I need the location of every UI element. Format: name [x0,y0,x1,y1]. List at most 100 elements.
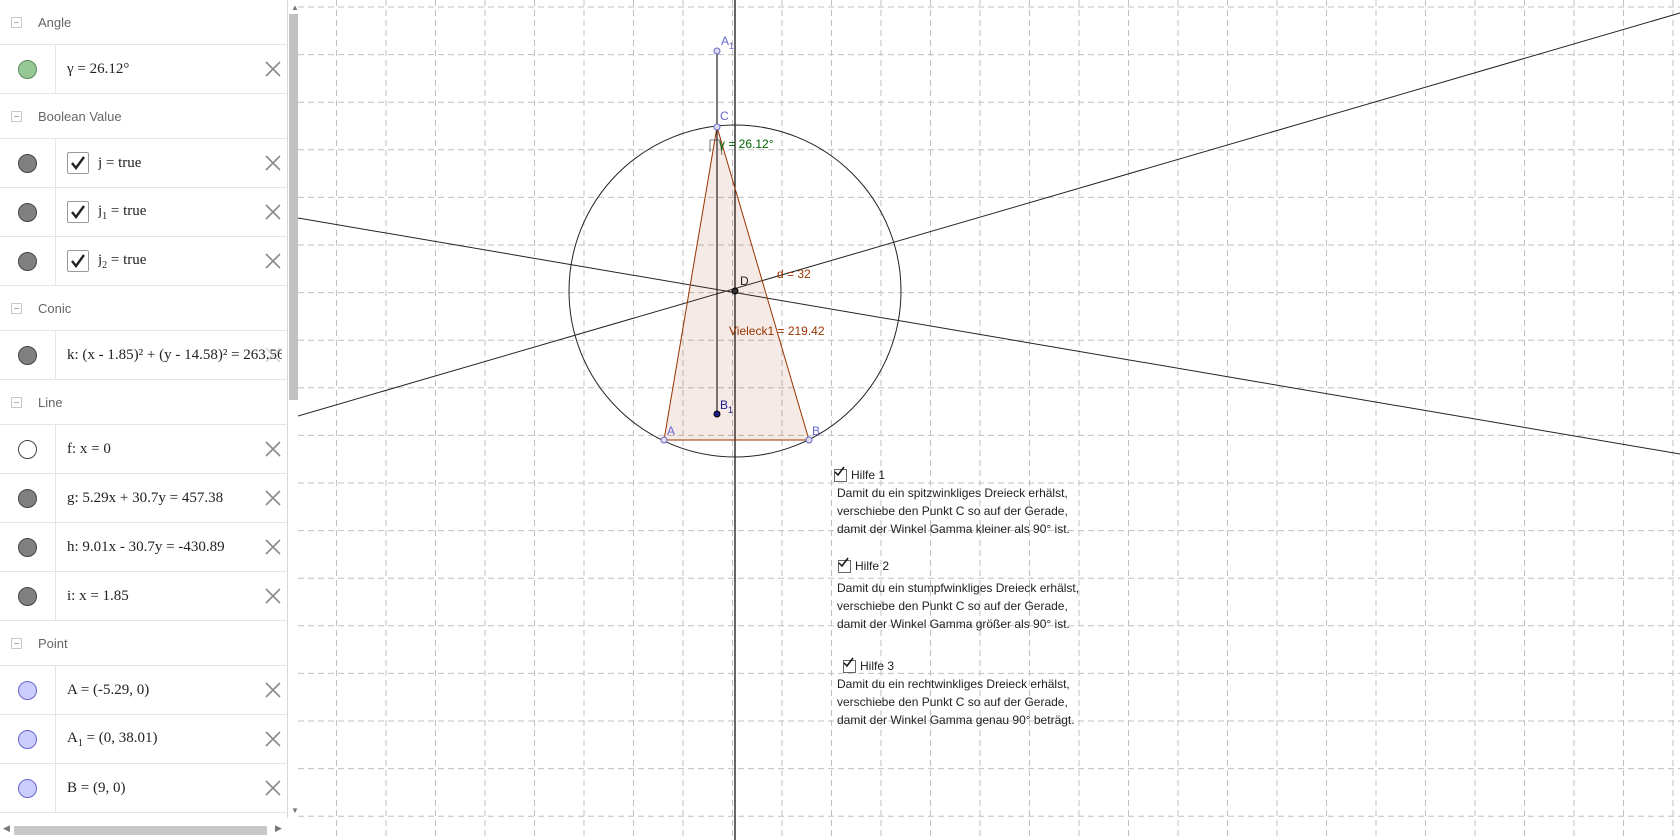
visibility-marble[interactable] [18,439,37,459]
algebra-item-text[interactable]: A = (-5.29, 0) [67,682,282,699]
algebra-row-i[interactable]: i: x = 1.85 [0,572,288,621]
boolean-checkbox[interactable] [67,152,89,174]
hint-2-line: verschiebe den Punkt C so auf der Gerade… [837,599,1068,613]
category-boolean[interactable]: Boolean Value [0,94,288,139]
line-g[interactable] [298,12,1680,417]
algebra-item-text[interactable]: γ = 26.12° [67,61,282,78]
hint-1-line: Damit du ein spitzwinkliges Dreieck erhä… [837,486,1068,500]
delete-icon[interactable] [263,345,283,365]
visibility-marble[interactable] [18,251,37,271]
algebra-item-text[interactable]: f: x = 0 [67,441,282,458]
label-a: A [667,424,675,438]
vertical-scroll-thumb[interactable] [289,14,298,400]
graphics-view[interactable]: A1 C γ = 26.12° D d = 32 Vieleck1 = 219.… [298,0,1680,840]
scroll-right-icon[interactable]: ▶ [275,823,282,834]
visibility-marble[interactable] [18,778,37,798]
algebra-row-j2[interactable]: j2 = true [0,237,288,286]
category-label: Line [38,394,63,410]
visibility-marble[interactable] [18,488,37,508]
point-c[interactable] [713,123,721,131]
algebra-row-A[interactable]: A = (-5.29, 0) [0,666,288,715]
boolean-checkbox[interactable] [67,250,89,272]
label-b: B [812,424,820,438]
scroll-left-icon[interactable]: ◀ [3,823,10,834]
algebra-item-text[interactable]: h: 9.01x - 30.7y = -430.89 [67,539,282,556]
delete-icon[interactable] [263,778,283,798]
visibility-marble[interactable] [18,586,37,606]
hint-2: Hilfe 2 Damit du ein stumpfwinkliges Dre… [837,557,1080,633]
visibility-marble[interactable] [18,729,37,749]
visibility-marble[interactable] [18,537,37,557]
algebra-row-j[interactable]: j = true [0,139,288,188]
collapse-icon[interactable] [11,637,22,649]
hint-1-checkbox[interactable] [834,466,847,482]
delete-icon[interactable] [263,202,283,222]
algebra-row-f[interactable]: f: x = 0 [0,425,288,474]
category-line[interactable]: Line [0,380,288,425]
visibility-marble[interactable] [18,153,37,173]
hint-2-line: Damit du ein stumpfwinkliges Dreieck erh… [837,581,1080,595]
algebra-row-h[interactable]: h: 9.01x - 30.7y = -430.89 [0,523,288,572]
boolean-checkbox[interactable] [67,201,89,223]
label-gamma: γ = 26.12° [719,137,774,151]
delete-icon[interactable] [263,153,283,173]
algebra-item-text[interactable]: B = (9, 0) [67,780,282,797]
collapse-icon[interactable] [11,396,22,408]
hint-1-line: verschiebe den Punkt C so auf der Gerade… [837,504,1068,518]
algebra-list: Angle γ = 26.12° Boolean Value j = true … [0,0,288,818]
visibility-marble[interactable] [18,680,37,700]
label-d: D [740,274,749,288]
hint-3-line: Damit du ein rechtwinkliges Dreieck erhä… [837,677,1070,691]
hint-3-checkbox[interactable] [843,657,856,673]
category-label: Angle [38,14,72,30]
algebra-row-B[interactable]: B = (9, 0) [0,764,288,813]
collapse-icon[interactable] [11,110,22,122]
delete-icon[interactable] [263,488,283,508]
algebra-item-text[interactable]: j = true [98,155,288,172]
line-h[interactable] [298,217,1680,455]
algebra-row-g[interactable]: g: 5.29x + 30.7y = 457.38 [0,474,288,523]
label-vieleck1: Vieleck1 = 219.42 [729,324,825,338]
point-a1[interactable] [713,47,721,55]
algebra-item-text[interactable]: A1 = (0, 38.01) [67,730,282,749]
point-d[interactable] [731,287,739,295]
category-conic[interactable]: Conic [0,286,288,331]
category-label: Boolean Value [38,108,122,124]
algebra-item-text[interactable]: j1 = true [98,203,288,222]
delete-icon[interactable] [263,59,283,79]
algebra-row-k[interactable]: k: (x - 1.85)² + (y - 14.58)² = 263.56 [0,331,288,380]
hint-3: Hilfe 3 Damit du ein rechtwinkliges Drei… [837,657,1075,729]
label-a1: A1 [721,34,734,51]
category-point[interactable]: Point [0,621,288,666]
hint-1: Hilfe 1 Damit du ein spitzwinkliges Drei… [834,466,1070,538]
algebra-item-text[interactable]: k: (x - 1.85)² + (y - 14.58)² = 263.56 [67,347,282,364]
horizontal-scroll-thumb[interactable] [14,826,267,835]
delete-icon[interactable] [263,680,283,700]
delete-icon[interactable] [263,537,283,557]
algebra-item-text[interactable]: i: x = 1.85 [67,588,282,605]
hint-1-line: damit der Winkel Gamma kleiner als 90° i… [837,522,1070,536]
collapse-icon[interactable] [11,302,22,314]
algebra-item-text[interactable]: g: 5.29x + 30.7y = 457.38 [67,490,282,507]
algebra-row-gamma[interactable]: γ = 26.12° [0,45,288,94]
hint-1-title: Hilfe 1 [851,468,886,482]
algebra-row-j1[interactable]: j1 = true [0,188,288,237]
algebra-item-text[interactable]: j2 = true [98,252,288,271]
category-label: Point [38,635,68,651]
visibility-marble[interactable] [18,59,37,79]
polygon-vieleck1[interactable] [663,126,810,441]
hint-2-title: Hilfe 2 [855,559,890,573]
delete-icon[interactable] [263,439,283,459]
label-c: C [720,109,729,123]
hint-2-line: damit der Winkel Gamma größer als 90° is… [837,617,1070,631]
algebra-row-A1[interactable]: A1 = (0, 38.01) [0,715,288,764]
visibility-marble[interactable] [18,345,37,365]
hint-2-checkbox[interactable] [838,557,851,573]
delete-icon[interactable] [263,729,283,749]
delete-icon[interactable] [263,586,283,606]
category-angle[interactable]: Angle [0,0,288,45]
collapse-icon[interactable] [11,16,22,28]
delete-icon[interactable] [263,251,283,271]
visibility-marble[interactable] [18,202,37,222]
hint-3-line: damit der Winkel Gamma genau 90° beträgt… [837,713,1075,727]
